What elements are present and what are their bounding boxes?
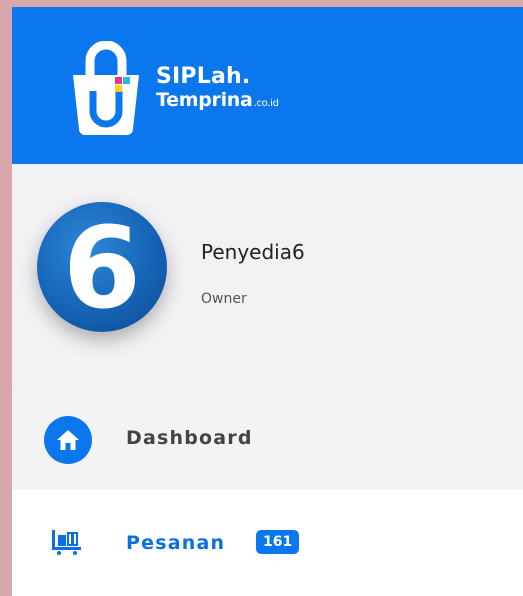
nav-label-pesanan: Pesanan <box>126 532 226 554</box>
user-profile: 6 Penyedia6 Owner <box>12 164 523 390</box>
user-role: Owner <box>201 291 247 307</box>
sidebar-header: SIPLah. Temprina.co.id <box>12 7 523 164</box>
avatar[interactable]: 6 <box>37 202 167 332</box>
brand-name: Temprina <box>156 89 253 111</box>
nav-item-pesanan[interactable]: Pesanan 161 <box>12 490 523 596</box>
shopping-bag-logo-icon <box>73 41 139 135</box>
avatar-number: 6 <box>63 204 141 332</box>
nav-item-dashboard[interactable]: Dashboard <box>12 390 523 490</box>
order-count-badge: 161 <box>256 530 300 554</box>
nav-label-dashboard: Dashboard <box>126 427 253 449</box>
home-icon <box>44 416 92 464</box>
brand-line1: SIPLah. <box>156 64 251 89</box>
shopping-cart-icon <box>52 530 81 555</box>
user-name: Penyedia6 <box>201 240 305 264</box>
brand-suffix: .co.id <box>253 98 279 109</box>
sidebar: SIPLah. Temprina.co.id 6 Penyedia6 Owner… <box>12 7 523 596</box>
brand-wordmark: SIPLah. Temprina.co.id <box>156 65 279 115</box>
brand-line2: Temprina.co.id <box>156 89 279 115</box>
